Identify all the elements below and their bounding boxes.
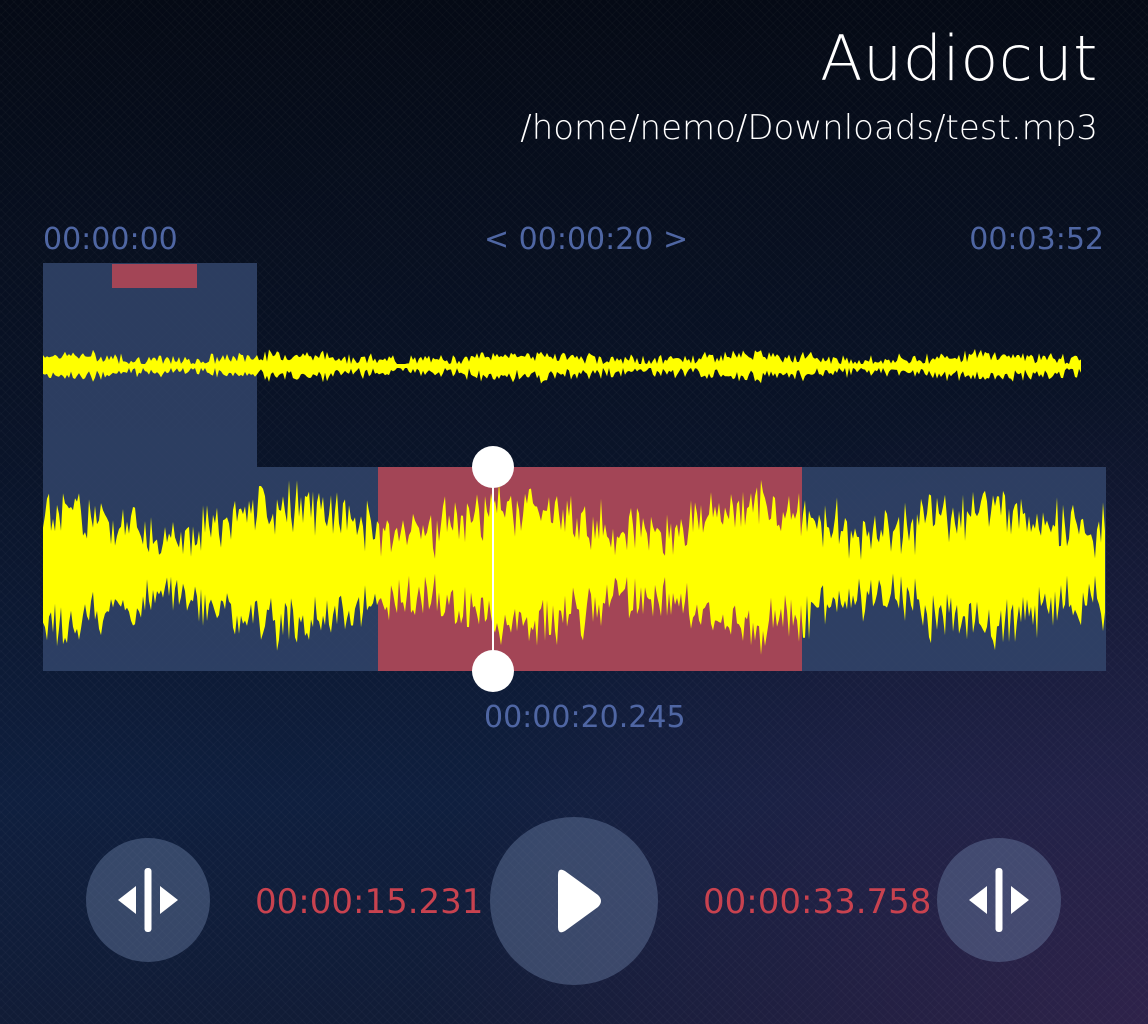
- play-button[interactable]: [490, 817, 658, 985]
- overview-selection-marker: [112, 264, 197, 288]
- selection-end-time: 00:00:33.758: [703, 882, 932, 922]
- selection-start-time: 00:00:15.231: [255, 882, 484, 922]
- play-icon: [558, 869, 601, 933]
- cursor-time: 00:00:20.245: [484, 700, 686, 735]
- mark-end-button[interactable]: [937, 838, 1061, 962]
- mark-start-button[interactable]: [86, 838, 210, 962]
- split-marker-icon: [969, 868, 1029, 932]
- playhead-top-handle[interactable]: [472, 446, 514, 488]
- playhead-bottom-handle[interactable]: [472, 650, 514, 692]
- split-marker-icon: [118, 868, 178, 932]
